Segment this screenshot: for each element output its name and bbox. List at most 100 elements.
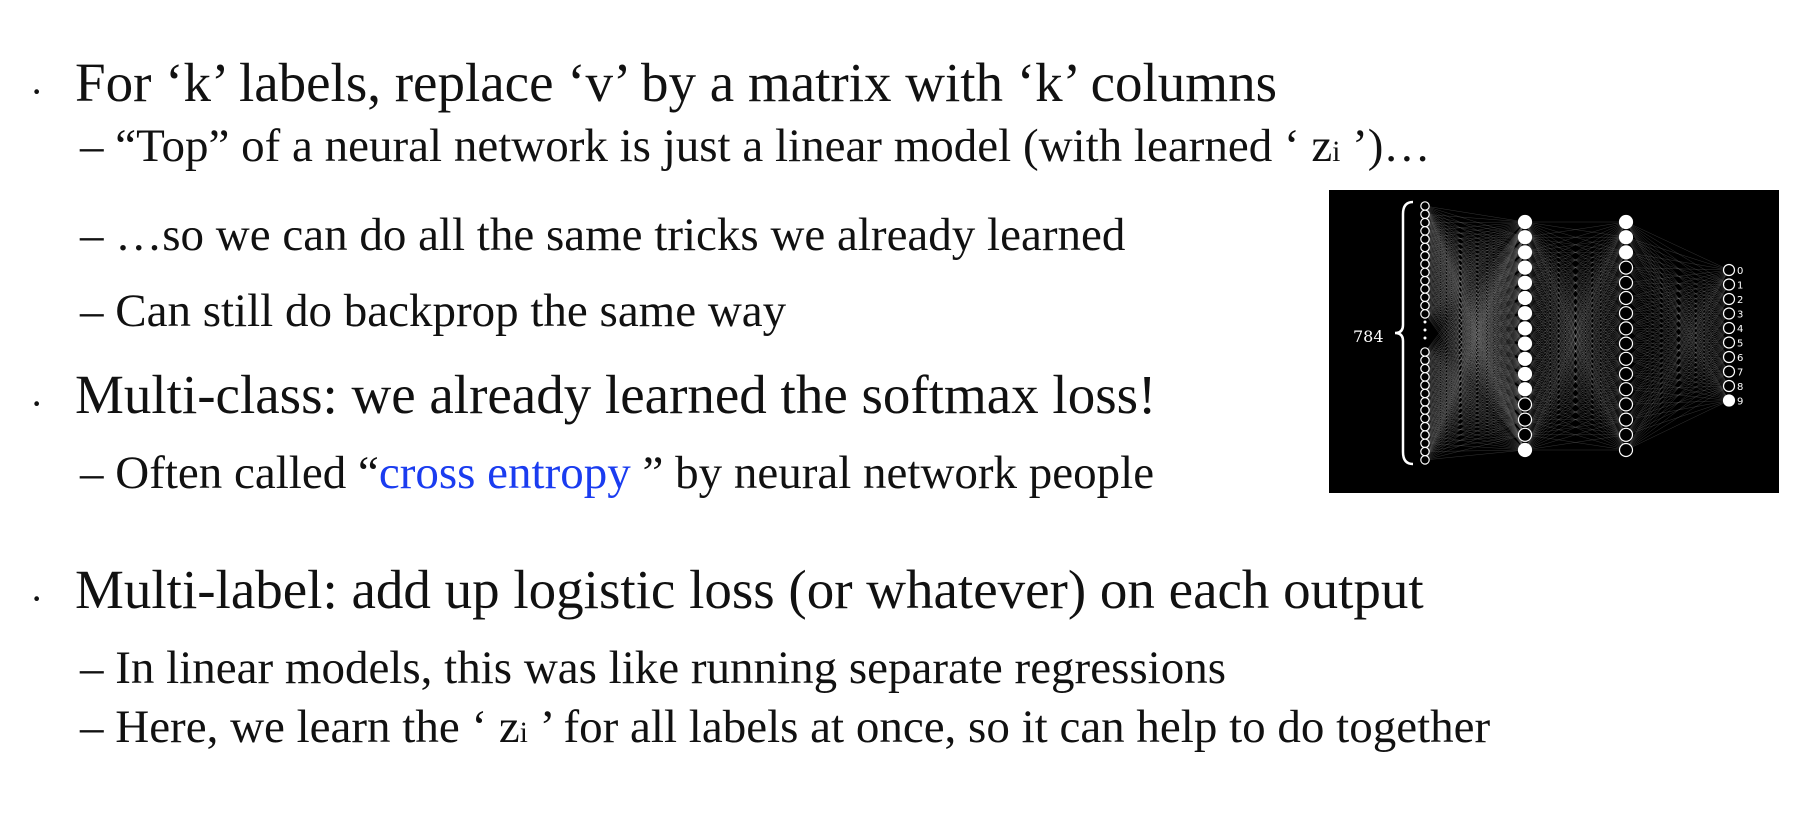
network-edge: [1625, 267, 1730, 285]
network-node: [1517, 306, 1533, 321]
network-node: [1618, 397, 1634, 412]
network-edge: [1625, 237, 1730, 285]
network-edge: [1625, 313, 1730, 343]
network-edge: [1625, 237, 1730, 314]
network-edge: [1625, 298, 1730, 420]
network-node: [1517, 321, 1533, 336]
network-node: [1420, 372, 1430, 382]
z-subscript: i: [519, 717, 528, 749]
network-node: [1517, 427, 1533, 442]
network-node: [1420, 397, 1430, 407]
sub-text-pre: Often called “: [115, 447, 379, 499]
network-node: [1420, 355, 1430, 366]
network-node: [1517, 290, 1533, 306]
network-node: [1618, 290, 1634, 306]
network-edge: [1625, 252, 1730, 271]
sub-text: …so we can do all the same tricks we alr…: [115, 209, 1126, 261]
network-node: [1618, 306, 1634, 321]
network-node: [1420, 421, 1430, 432]
network-edge: [1625, 237, 1730, 271]
sub-dash: –: [80, 120, 104, 172]
sub-text-pre: “Top” of a neural network is just a line…: [115, 120, 1312, 172]
network-edge: [1625, 221, 1730, 271]
bullet-dot: ·: [30, 381, 44, 426]
network-node: [1618, 351, 1634, 366]
ellipsis-dot: [1423, 336, 1427, 340]
network-edge: [1625, 252, 1730, 285]
network-node: [1517, 442, 1533, 458]
network-edge: [1625, 269, 1730, 299]
network-node: [1420, 309, 1430, 319]
network-edge: [1625, 313, 1730, 329]
neural-network-figure: 784 0 1 2 3 4 5 6 7 8 9: [1329, 190, 1779, 493]
output-label: 7: [1737, 368, 1743, 379]
network-node: [1722, 278, 1736, 291]
network-node: [1420, 455, 1430, 465]
bullet-1-sub-1: – “Top” of a neural network is just a li…: [80, 123, 1430, 170]
network-node: [1517, 275, 1533, 290]
sub-text-post: ’)…: [1340, 120, 1431, 172]
network-node: [1420, 209, 1430, 220]
network-node: [1420, 413, 1430, 424]
bullet-3-sub-1: – In linear models, this was like runnin…: [80, 645, 1226, 692]
ellipsis-dot: [1423, 328, 1427, 332]
network-node: [1618, 412, 1634, 427]
network-node: [1420, 242, 1430, 253]
network-node: [1722, 292, 1736, 306]
bullet-3-sub-2: – Here, we learn the ‘ zi ’ for all labe…: [80, 704, 1490, 751]
network-node: [1722, 263, 1736, 277]
neural-network-diagram: 784 0 1 2 3 4 5 6 7 8 9: [1353, 200, 1743, 466]
sub-dash: –: [80, 701, 104, 753]
network-node: [1420, 284, 1430, 294]
network-node: [1618, 230, 1634, 245]
network-node: [1517, 245, 1533, 260]
output-label: 6: [1737, 353, 1743, 364]
network-node: [1517, 230, 1533, 245]
network-edge: [1625, 221, 1730, 343]
network-node: [1722, 321, 1736, 335]
sub-text: In linear models, this was like running …: [115, 642, 1226, 694]
network-node: [1420, 347, 1430, 357]
network-node: [1420, 430, 1430, 440]
z-variable: z: [498, 701, 520, 753]
network-node: [1420, 251, 1430, 261]
network-node: [1722, 307, 1736, 320]
network-node: [1420, 234, 1430, 244]
output-label: 1: [1737, 281, 1743, 292]
output-label: 3: [1737, 310, 1743, 321]
sub-text: Can still do backprop the same way: [115, 285, 787, 337]
network-edge: [1625, 327, 1730, 451]
network-node: [1618, 427, 1634, 442]
network-node: [1517, 397, 1533, 412]
network-node: [1420, 438, 1430, 449]
output-label: 2: [1737, 295, 1743, 306]
output-label: 5: [1737, 339, 1743, 350]
network-node: [1618, 442, 1634, 458]
sub-dash: –: [80, 209, 104, 261]
network-node: [1722, 379, 1736, 393]
output-label: 9: [1737, 397, 1743, 408]
output-label: 4: [1737, 324, 1743, 335]
cross-entropy-link[interactable]: cross entropy: [379, 447, 631, 499]
z-variable: z: [1311, 120, 1333, 172]
network-node: [1420, 292, 1430, 303]
output-label: 0: [1737, 266, 1743, 277]
network-node: [1618, 366, 1634, 382]
network-node: [1618, 260, 1634, 275]
sub-dash: –: [80, 447, 104, 499]
network-node: [1420, 201, 1430, 211]
network-edge: [1424, 222, 1526, 238]
network-edge: [1625, 371, 1730, 451]
network-node: [1618, 245, 1634, 260]
input-brace: [1394, 200, 1414, 466]
sub-text-post: ” by neural network people: [630, 447, 1155, 499]
bullet-2-text: Multi-class: we already learned the soft…: [75, 364, 1157, 425]
network-node: [1420, 275, 1430, 286]
network-node: [1722, 365, 1736, 378]
network-node: [1618, 275, 1634, 290]
bullet-1-sub-3: – Can still do backprop the same way: [80, 288, 786, 335]
network-node: [1722, 336, 1736, 349]
network-edge: [1424, 214, 1526, 223]
sub-text-post: ’ for all labels at once, so it can help…: [527, 701, 1491, 753]
network-node: [1420, 267, 1430, 278]
